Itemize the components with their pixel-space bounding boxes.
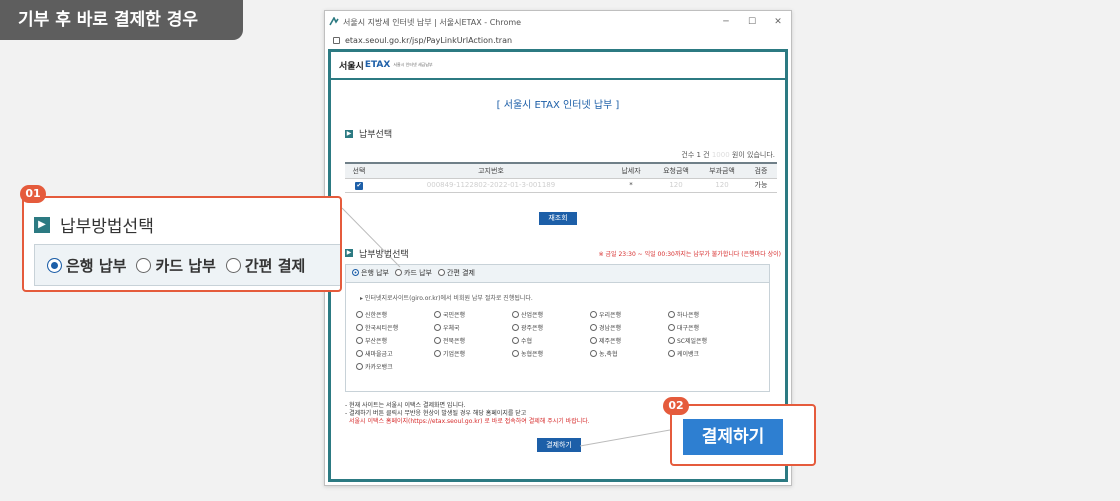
callout-zoom-method: ▶ 납부방법선택 은행 납부 카드 납부 간편 결제: [22, 196, 342, 292]
zoom-method-tabs: 은행 납부 카드 납부 간편 결제: [34, 244, 340, 286]
zoom-easy-label: 간편 결제: [244, 256, 306, 275]
callout-badge-01: 01: [20, 185, 46, 203]
callout-badge-02: 02: [663, 397, 689, 415]
radio-selected-icon: [47, 257, 62, 273]
radio-icon: [136, 257, 152, 273]
zoom-card-label: 카드 납부: [155, 256, 216, 275]
callout-zoom-pay: 결제하기: [670, 404, 816, 466]
zoom-bank-option[interactable]: 은행 납부: [47, 255, 126, 276]
zoom-method-heading: ▶ 납부방법선택: [34, 212, 340, 237]
section-arrow-icon: ▶: [34, 216, 50, 233]
zoom-easy-option[interactable]: 간편 결제: [225, 255, 306, 276]
zoom-pay-button[interactable]: 결제하기: [683, 419, 783, 455]
zoom-method-title: 납부방법선택: [60, 217, 154, 237]
zoom-card-option[interactable]: 카드 납부: [136, 255, 216, 276]
radio-icon: [225, 257, 241, 273]
zoom-bank-label: 은행 납부: [66, 256, 127, 275]
